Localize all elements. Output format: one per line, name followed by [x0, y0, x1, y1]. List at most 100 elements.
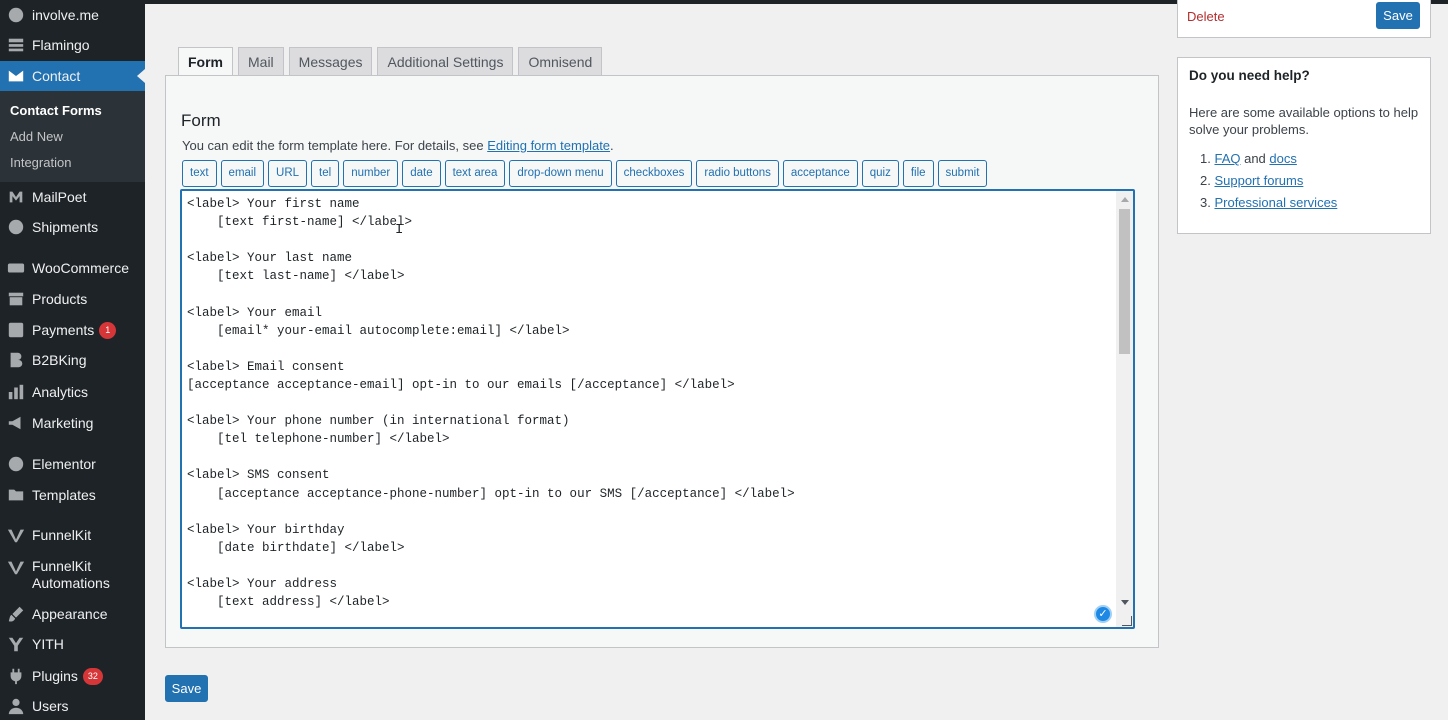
flamingo-icon	[7, 36, 25, 54]
scroll-up-arrow-icon[interactable]	[1121, 197, 1129, 202]
sidebar-item-users[interactable]: Users	[0, 691, 145, 720]
grammar-check-icon[interactable]: ✓	[1094, 605, 1112, 623]
sidebar-item-label: Marketing	[32, 415, 94, 431]
sidebar-item-funnelkit-automations[interactable]: FunnelKit Automations	[0, 558, 145, 598]
submenu-contact-forms[interactable]: Contact Forms	[10, 103, 102, 118]
sidebar-item-label: Analytics	[32, 384, 89, 400]
sidebar-item-yith[interactable]: YITH	[0, 629, 145, 659]
sidebar-item-label: FunnelKit	[32, 527, 92, 543]
plug-icon	[7, 667, 25, 685]
payments-badge: 1	[99, 321, 117, 339]
sidebar-item-contact[interactable]: Contact	[0, 61, 145, 91]
sidebar-item-label: involve.me	[32, 7, 99, 23]
text-cursor-icon: I	[395, 222, 404, 238]
sidebar-item-label: Templates	[32, 487, 96, 503]
tag-button-url[interactable]: URL	[268, 160, 308, 187]
tag-button-drop-down-menu[interactable]: drop-down menu	[509, 160, 612, 187]
mailpoet-icon	[7, 188, 25, 206]
help-item-and: and	[1240, 151, 1270, 166]
scroll-down-arrow-icon[interactable]	[1121, 600, 1129, 605]
involve-icon	[7, 6, 25, 24]
folder-icon	[7, 486, 25, 504]
publish-box: Delete Save	[1177, 0, 1431, 38]
faq-link[interactable]: FAQ	[1214, 151, 1240, 166]
sidebar-item-analytics[interactable]: Analytics	[0, 377, 145, 407]
help-text: Here are some available options to help …	[1189, 105, 1419, 137]
archive-icon	[7, 290, 25, 308]
tab-omnisend[interactable]: Omnisend	[518, 47, 603, 76]
active-indicator	[137, 69, 145, 83]
form-template-editor[interactable]: <label> Your first name [text first-name…	[180, 189, 1135, 629]
tab-mail[interactable]: Mail	[238, 47, 284, 76]
sidebar-item-appearance[interactable]: Appearance	[0, 599, 145, 629]
woo-icon	[7, 259, 25, 277]
sidebar-item-label: Products	[32, 291, 88, 307]
sidebar-item-label: Elementor	[32, 456, 96, 472]
tag-button-file[interactable]: file	[902, 160, 934, 187]
save-button[interactable]: Save	[165, 675, 208, 702]
user-icon	[7, 697, 25, 715]
tag-button-email[interactable]: email	[220, 160, 265, 187]
tag-button-radio-buttons[interactable]: radio buttons	[696, 160, 779, 187]
professional-services-link[interactable]: Professional services	[1214, 195, 1337, 210]
sidebar-item-templates[interactable]: Templates	[0, 480, 145, 510]
contact-submenu: Contact Forms Add New Integration	[0, 91, 145, 182]
globe-icon	[7, 218, 25, 236]
editing-form-template-link[interactable]: Editing form template	[487, 138, 610, 153]
sidebar-item-label: Users	[32, 698, 69, 714]
tag-button-text-area[interactable]: text area	[444, 160, 506, 187]
help-item: 2. Support forums	[1200, 173, 1337, 195]
sidebar-item-label: MailPoet	[32, 189, 87, 205]
sidebar-item-marketing[interactable]: Marketing	[0, 408, 145, 438]
tag-button-quiz[interactable]: quiz	[861, 160, 899, 187]
description-text: You can edit the form template here. For…	[182, 138, 488, 153]
sidebar-item-funnelkit[interactable]: FunnelKit	[0, 520, 145, 550]
help-title: Do you need help?	[1189, 68, 1310, 83]
sidebar-item-flamingo[interactable]: Flamingo	[0, 30, 145, 60]
sidebar-item-payments[interactable]: Payments 1	[0, 315, 145, 345]
sidebar-item-woocommerce[interactable]: WooCommerce	[0, 253, 145, 283]
tab-form[interactable]: Form	[178, 47, 233, 77]
help-list: 1. FAQ and docs 2. Support forums 3. Pro…	[1200, 151, 1337, 217]
description-end: .	[610, 138, 614, 153]
help-item: 3. Professional services	[1200, 195, 1337, 217]
b2bking-icon	[7, 351, 25, 369]
editor-scrollbar[interactable]	[1116, 191, 1133, 627]
sidebar-item-mailpoet[interactable]: MailPoet	[0, 182, 145, 212]
help-box: Do you need help? Here are some availabl…	[1177, 57, 1431, 234]
submenu-add-new[interactable]: Add New	[10, 129, 63, 144]
tab-additional-settings[interactable]: Additional Settings	[377, 47, 514, 76]
sidebar-item-shipments[interactable]: Shipments	[0, 212, 145, 242]
submenu-integration[interactable]: Integration	[10, 155, 71, 170]
tag-button-date[interactable]: date	[402, 160, 441, 187]
resize-handle-icon[interactable]	[1122, 616, 1132, 626]
editor-text[interactable]: <label> Your first name [text first-name…	[187, 195, 795, 611]
help-item-number: 1.	[1200, 151, 1211, 166]
tag-button-text[interactable]: text	[182, 160, 217, 187]
bar-chart-icon	[7, 383, 25, 401]
delete-link[interactable]: Delete	[1187, 9, 1225, 24]
tag-button-acceptance[interactable]: acceptance	[782, 160, 858, 187]
elementor-icon	[7, 455, 25, 473]
yith-icon	[7, 635, 25, 653]
tab-messages[interactable]: Messages	[288, 47, 373, 76]
sidebar-item-b2bking[interactable]: B2BKing	[0, 345, 145, 375]
scroll-thumb[interactable]	[1119, 209, 1130, 354]
tag-button-tel[interactable]: tel	[311, 160, 340, 187]
sidebar-item-products[interactable]: Products	[0, 284, 145, 314]
dollar-icon	[7, 321, 25, 339]
sidebar-item-elementor[interactable]: Elementor	[0, 449, 145, 479]
docs-link[interactable]: docs	[1269, 151, 1296, 166]
tag-button-checkboxes[interactable]: checkboxes	[615, 160, 693, 187]
sidebar-item-label: B2BKing	[32, 352, 87, 368]
sidebar-item-label: Plugins	[32, 668, 78, 684]
tag-button-submit[interactable]: submit	[937, 160, 988, 187]
support-forums-link[interactable]: Support forums	[1214, 173, 1303, 188]
tag-button-number[interactable]: number	[343, 160, 399, 187]
sidebar-item-plugins[interactable]: Plugins 32	[0, 661, 145, 691]
save-button-top[interactable]: Save	[1376, 2, 1420, 29]
plugins-badge: 32	[82, 667, 103, 685]
sidebar-item-involve-me[interactable]: involve.me	[0, 0, 145, 30]
sidebar-item-label: Flamingo	[32, 37, 90, 53]
mail-icon	[7, 67, 25, 85]
